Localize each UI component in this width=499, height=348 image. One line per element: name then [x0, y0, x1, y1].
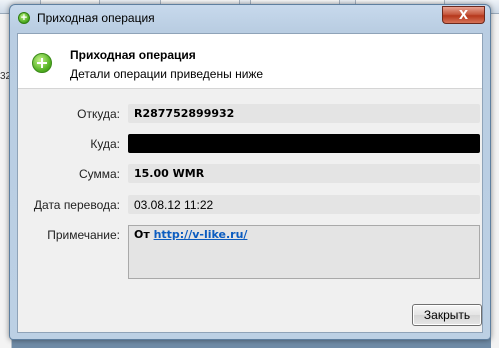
amount-value: 15.00 WMR: [134, 167, 205, 180]
dialog-header: Приходная операция Детали операции приве…: [18, 34, 482, 89]
date-value: 03.08.12 11:22: [134, 198, 214, 212]
from-label: Откуда:: [77, 107, 120, 121]
window-close-button[interactable]: X: [442, 6, 485, 24]
amount-field[interactable]: 15.00 WMR: [128, 164, 480, 183]
incoming-operation-dialog: + Приходная операция X Приходная операци…: [9, 4, 491, 340]
note-prefix: От: [134, 228, 154, 241]
dialog-body: Приходная операция Детали операции приве…: [17, 33, 483, 333]
note-link[interactable]: http://v-like.ru/: [154, 228, 248, 241]
plus-circle-icon: +: [18, 12, 30, 24]
date-field[interactable]: 03.08.12 11:22: [128, 195, 480, 214]
operation-details: Откуда: R287752899932 Куда: Сумма: 15.00…: [18, 90, 482, 290]
header-title: Приходная операция: [70, 48, 196, 62]
background-right-panel: [491, 14, 499, 348]
from-value: R287752899932: [134, 107, 235, 120]
amount-label: Сумма:: [78, 167, 120, 181]
titlebar[interactable]: + Приходная операция X: [10, 5, 490, 31]
header-subtitle: Детали операции приведены ниже: [70, 67, 264, 81]
note-field[interactable]: От http://v-like.ru/: [128, 225, 480, 279]
from-field[interactable]: R287752899932: [128, 104, 480, 123]
note-label: Примечание:: [47, 228, 120, 242]
close-button[interactable]: Закрыть: [412, 304, 482, 326]
to-field-redacted: [128, 134, 480, 153]
window-title: Приходная операция: [37, 11, 155, 25]
to-label: Куда:: [90, 137, 120, 151]
date-label: Дата перевода:: [33, 198, 120, 212]
plus-circle-icon: [32, 53, 52, 73]
dialog-footer: Закрыть: [18, 292, 482, 334]
